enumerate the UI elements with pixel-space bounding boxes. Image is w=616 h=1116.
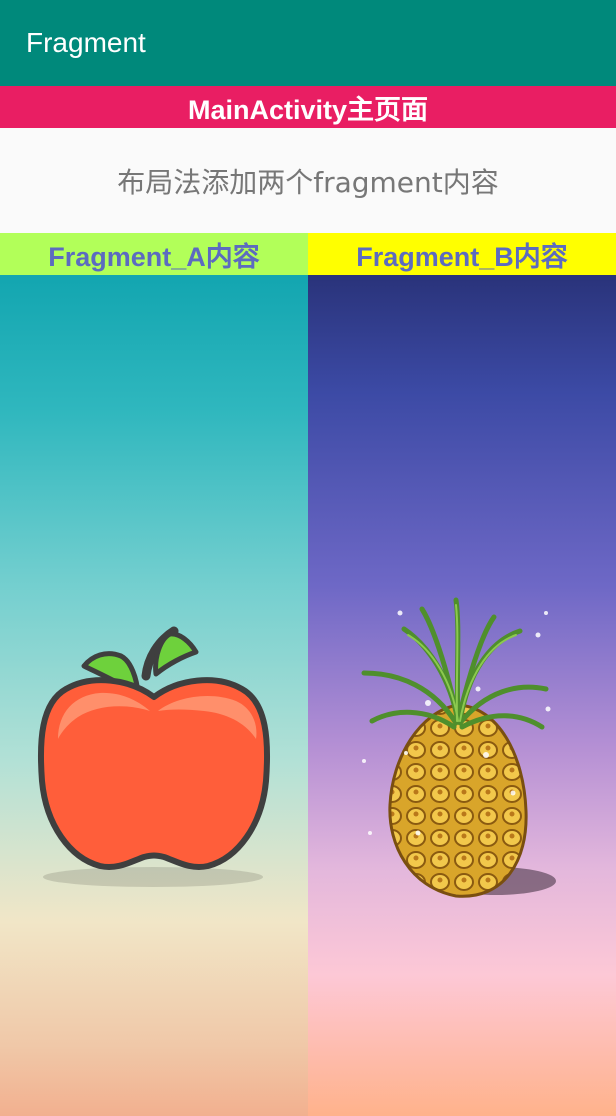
app-bar-title: Fragment (26, 27, 146, 58)
main-activity-banner: MainActivity主页面 (0, 86, 616, 128)
main-activity-title: MainActivity主页面 (187, 94, 429, 125)
fragment-b: Fragment_B内容 (308, 233, 616, 1116)
description-text: 布局法添加两个fragment内容 (117, 165, 499, 199)
app-bar: Fragment (0, 0, 616, 86)
pineapple-icon (361, 597, 556, 898)
fragment-a: Fragment_A内容 (0, 233, 308, 1116)
description-area: 布局法添加两个fragment内容 (0, 128, 616, 233)
apple-icon (37, 626, 271, 887)
